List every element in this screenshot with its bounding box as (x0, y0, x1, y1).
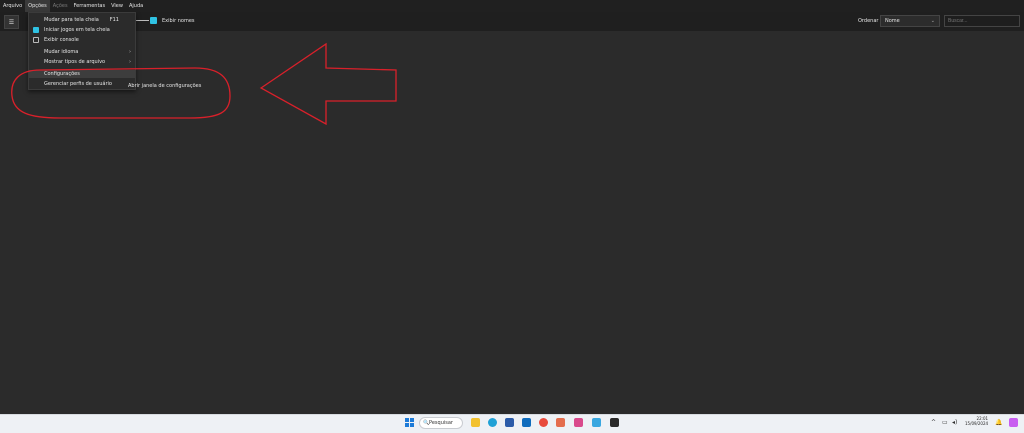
show-names-checkbox[interactable] (150, 17, 157, 24)
order-value: Nome (885, 18, 900, 24)
edge-icon[interactable] (488, 418, 497, 427)
menu-arquivo[interactable]: Arquivo (0, 0, 25, 12)
clock[interactable]: 22:01 15/09/2024 (965, 416, 988, 426)
chevron-down-icon: ⌄ (930, 18, 935, 24)
menu-item-label: Mudar para tela cheia (44, 17, 99, 23)
menu-item-label: Configurações (44, 71, 80, 77)
menu-item-change-language[interactable]: Mudar idioma › (29, 48, 135, 56)
copilot-icon[interactable] (1009, 418, 1018, 427)
shortcut-label: F11 (109, 17, 119, 23)
show-names-label: Exibir nomes (162, 17, 195, 24)
menu-item-fullscreen[interactable]: Mudar para tela cheia F11 (29, 16, 135, 24)
volume-icon[interactable]: ◂) (952, 419, 957, 426)
menu-view[interactable]: View (108, 0, 126, 12)
store-icon[interactable] (505, 418, 514, 427)
menu-item-settings[interactable]: Configurações (29, 70, 135, 78)
menu-acoes[interactable]: Ações (50, 0, 71, 12)
order-select[interactable]: Nome ⌄ (880, 15, 940, 27)
clock-date: 15/09/2024 (965, 421, 989, 426)
taskbar-search[interactable]: 🔍 Pesquisar (419, 417, 463, 429)
search-input[interactable] (944, 15, 1020, 27)
menu-item-start-games-fullscreen[interactable]: Iniciar jogos em tela cheia (29, 26, 135, 34)
menu-item-label: Mudar idioma (44, 49, 79, 55)
menu-item-show-file-types[interactable]: Mostrar tipos de arquivo › (29, 58, 135, 66)
menu-bar: Arquivo Opções Ações Ferramentas View Aj… (0, 0, 1024, 12)
taskbar-search-label: Pesquisar (429, 420, 453, 426)
menu-item-show-console[interactable]: Exibir console (29, 36, 135, 44)
menu-opcoes[interactable]: Opções (25, 0, 50, 12)
menu-ajuda[interactable]: Ajuda (126, 0, 146, 12)
settings-tooltip: Abrir janela de configurações (128, 83, 202, 89)
app-icon[interactable] (592, 418, 601, 427)
order-label: Ordenar (858, 18, 879, 24)
checkbox-checked[interactable] (33, 27, 39, 33)
menu-item-manage-profiles[interactable]: Gerenciar perfis de usuário (29, 80, 135, 88)
annotation-overlay (11, 42, 397, 126)
hamburger-icon[interactable]: ☰ (4, 15, 19, 29)
menu-item-label: Exibir console (44, 37, 79, 43)
chevron-right-icon: › (129, 49, 131, 55)
checkbox-unchecked[interactable] (33, 37, 39, 43)
chevron-up-icon[interactable]: ^ (931, 419, 936, 426)
outlook-icon[interactable] (522, 418, 531, 427)
menu-item-label: Gerenciar perfis de usuário (44, 81, 112, 87)
chevron-right-icon: › (129, 59, 131, 65)
options-dropdown: Mudar para tela cheia F11 Iniciar jogos … (28, 12, 136, 90)
chrome-icon[interactable] (539, 418, 548, 427)
paint-icon[interactable] (574, 418, 583, 427)
windows-icon[interactable] (405, 418, 414, 427)
network-icon[interactable]: ▭ (942, 419, 948, 426)
menu-item-label: Iniciar jogos em tela cheia (44, 27, 110, 33)
annotation-arrow (259, 42, 397, 126)
show-names-toggle[interactable]: Exibir nomes (150, 17, 195, 24)
search-icon: 🔍 (423, 420, 430, 426)
terminal-icon[interactable] (610, 418, 619, 427)
bell-icon[interactable]: 🔔 (995, 419, 1002, 426)
menu-item-label: Mostrar tipos de arquivo (44, 59, 106, 65)
menu-ferramentas[interactable]: Ferramentas (71, 0, 109, 12)
file-explorer-icon[interactable] (471, 418, 480, 427)
slider-line[interactable] (135, 20, 149, 21)
photos-icon[interactable] (556, 418, 565, 427)
